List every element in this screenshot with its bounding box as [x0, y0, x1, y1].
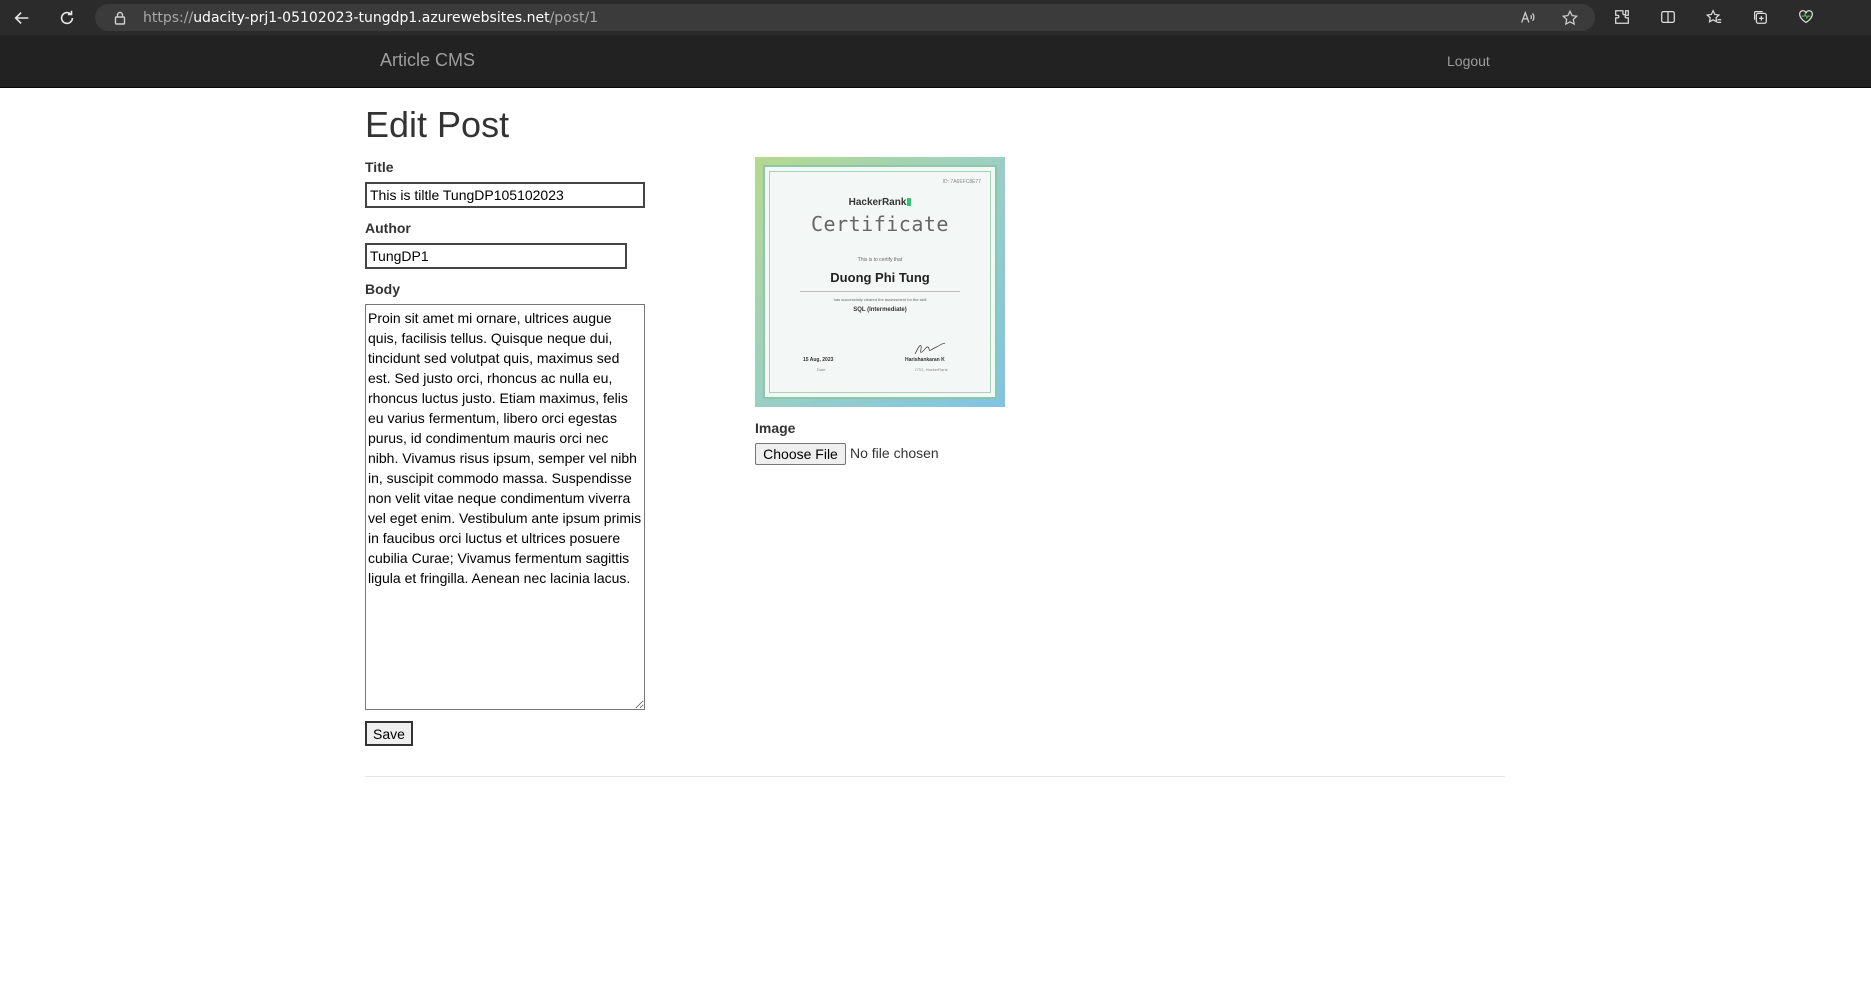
url-text: https://udacity-prj1-05102023-tungdp1.az…: [143, 10, 598, 26]
url-host: udacity-prj1-05102023-tungdp1.azurewebsi…: [193, 9, 550, 26]
footer-divider: [365, 776, 1505, 777]
body-textarea[interactable]: Proin sit amet mi ornare, ultrices augue…: [365, 304, 645, 710]
author-input[interactable]: [365, 243, 627, 269]
certificate-brand-text: HackerRank: [848, 197, 907, 208]
lock-icon: [113, 11, 127, 25]
title-label: Title: [365, 159, 394, 175]
url-path: /post/1: [549, 9, 599, 26]
signature-icon: [914, 342, 946, 355]
image-label: Image: [755, 420, 796, 436]
collections-icon[interactable]: [1750, 7, 1770, 27]
certificate-brand: HackerRank: [765, 197, 995, 208]
back-arrow-icon[interactable]: [6, 2, 38, 34]
page-title: Edit Post: [365, 104, 510, 145]
certificate-heading: Certificate: [811, 212, 949, 236]
reload-icon[interactable]: [51, 2, 83, 34]
browser-essentials-icon[interactable]: [1796, 7, 1816, 27]
certificate-divider: [800, 291, 960, 292]
favorite-star-icon[interactable]: [1560, 8, 1580, 28]
post-image: ID: 7A6EFC8E77 HackerRank Certificate Th…: [755, 157, 1005, 407]
title-input[interactable]: [365, 182, 645, 208]
favorites-icon[interactable]: [1704, 7, 1724, 27]
brand-link[interactable]: Article CMS: [380, 50, 475, 71]
certificate-id: ID: 7A6EFC8E77: [942, 179, 981, 185]
certificate-name: Duong Phi Tung: [830, 270, 930, 285]
address-bar-icons: [1518, 8, 1580, 28]
brand-mark-icon: [907, 198, 912, 206]
address-bar[interactable]: https://udacity-prj1-05102023-tungdp1.az…: [95, 4, 1595, 31]
certificate-signer: Harishankaran K: [905, 357, 945, 363]
certificate-date-caption: Date: [817, 367, 826, 372]
save-button[interactable]: Save: [365, 721, 413, 746]
file-status: No file chosen: [850, 445, 939, 461]
app-navbar: Article CMS Logout: [0, 35, 1871, 88]
certificate-certify-text: This is to certify that: [857, 257, 903, 263]
logout-link[interactable]: Logout: [1447, 53, 1490, 69]
browser-toolbar: https://udacity-prj1-05102023-tungdp1.az…: [0, 0, 1871, 35]
read-aloud-icon[interactable]: [1518, 8, 1538, 28]
body-label: Body: [365, 281, 400, 297]
certificate-cleared-text: has successfully cleared the assessment …: [833, 297, 927, 302]
extensions-icon[interactable]: [1612, 7, 1632, 27]
split-screen-icon[interactable]: [1658, 7, 1678, 27]
url-prefix: https://: [143, 9, 194, 26]
author-label: Author: [365, 220, 411, 236]
certificate-signer-caption: CTO, HackerRank: [915, 367, 948, 372]
certificate-date: 15 Aug, 2023: [803, 357, 834, 363]
choose-file-button[interactable]: Choose File: [755, 443, 846, 465]
browser-toolbar-icons: [1612, 7, 1816, 27]
certificate-course: SQL (Intermediate): [853, 307, 907, 313]
certificate: ID: 7A6EFC8E77 HackerRank Certificate Th…: [763, 165, 997, 399]
